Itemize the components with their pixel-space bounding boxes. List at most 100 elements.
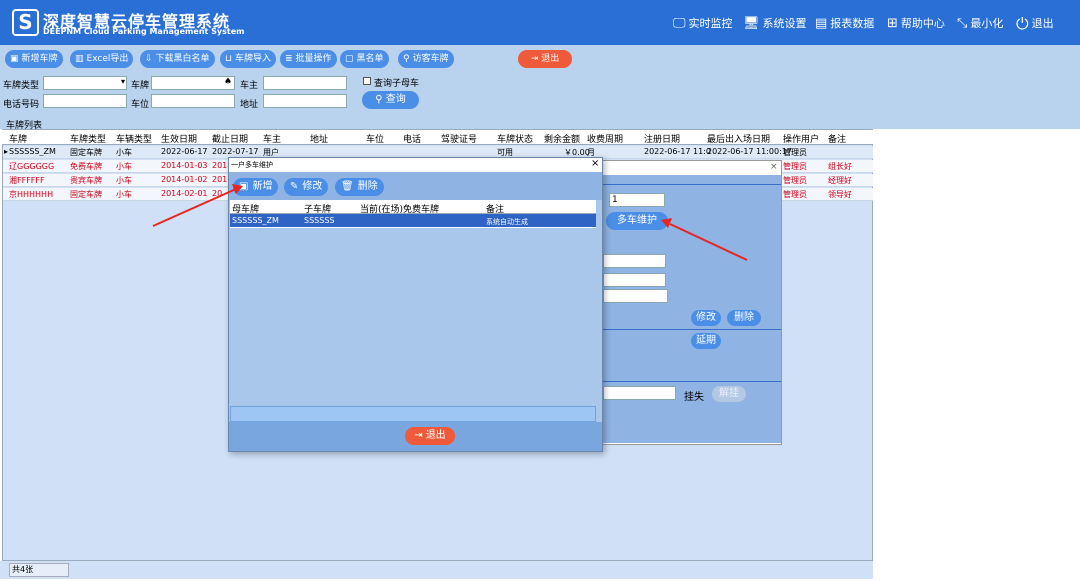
logo-icon: S bbox=[12, 9, 39, 36]
column-header[interactable]: 截止日期 bbox=[212, 132, 248, 145]
column-header[interactable]: 操作用户 bbox=[783, 132, 819, 145]
column-header[interactable]: 驾驶证号 bbox=[441, 132, 477, 145]
column-header[interactable]: 车牌 bbox=[9, 132, 27, 145]
plate-import-button[interactable]: ⊔ 车牌导入 bbox=[220, 50, 277, 68]
table-cell-end: 2022-07-17 bbox=[212, 147, 259, 156]
dialog-modify-button[interactable]: 修改 bbox=[691, 310, 721, 326]
column-header[interactable]: 注册日期 bbox=[644, 132, 680, 145]
batch-operation-button[interactable]: ≣ 批量操作 bbox=[280, 50, 337, 68]
button-label: 下载黑白名单 bbox=[155, 54, 210, 64]
dialog-exit-button[interactable]: ⇥ 退出 bbox=[405, 427, 455, 445]
dialog-delete-button[interactable]: 🗑 删除 bbox=[335, 178, 384, 196]
cell-note: 系统自动生成 bbox=[486, 218, 528, 226]
lost-input[interactable] bbox=[603, 386, 676, 400]
table-cell-start: 2014-01-02 bbox=[161, 175, 208, 184]
column-header[interactable]: 备注 bbox=[828, 132, 846, 145]
dialog-input-3[interactable] bbox=[603, 289, 668, 303]
column-header[interactable]: 车牌状态 bbox=[497, 132, 533, 145]
unlost-button[interactable]: 解挂 bbox=[712, 386, 746, 402]
table-cell-plate-type: 免费车牌 bbox=[70, 162, 102, 171]
owner-input[interactable] bbox=[263, 76, 347, 90]
dialog-input-2[interactable] bbox=[603, 273, 666, 287]
button-label: 删除 bbox=[357, 181, 378, 192]
dialog-delete-button[interactable]: 删除 bbox=[727, 310, 761, 326]
nav-exit[interactable]: ⏻ 退出 bbox=[1016, 15, 1054, 31]
add-icon: ▣ bbox=[10, 54, 19, 64]
nav-realtime-monitor[interactable]: 🖵 实时监控 bbox=[673, 15, 733, 31]
space-input[interactable] bbox=[151, 94, 235, 108]
plate-type-select[interactable]: ▾ bbox=[43, 76, 127, 90]
power-icon: ⏻ bbox=[1016, 13, 1029, 33]
button-label: 新增车牌 bbox=[21, 54, 58, 64]
exit-icon: ⇥ bbox=[530, 54, 539, 64]
table-cell-user: 管理员 bbox=[783, 162, 807, 171]
dialog-modify-button[interactable]: ✎ 修改 bbox=[284, 178, 329, 196]
toolbar-exit-button[interactable]: ⇥ 退出 bbox=[518, 50, 572, 68]
sub-car-checkbox[interactable] bbox=[363, 77, 371, 85]
button-label: 黑名单 bbox=[356, 54, 384, 64]
button-label: 查询 bbox=[385, 94, 406, 105]
column-header[interactable]: 剩余金额 bbox=[544, 132, 580, 145]
phone-label: 电话号码 bbox=[3, 100, 40, 110]
add-icon: ▣ bbox=[239, 181, 249, 192]
sub-car-checkbox-label: 查询子母车 bbox=[374, 79, 420, 89]
table-cell-start: 2014-01-03 bbox=[161, 161, 208, 170]
nav-minimize[interactable]: ⤡ 最小化 bbox=[957, 15, 1003, 31]
blacklist-button[interactable]: ▢ 黑名单 bbox=[340, 50, 389, 68]
table-cell-vehicle-type: 小车 bbox=[116, 148, 132, 157]
nav-system-settings[interactable]: 🖥 系统设置 bbox=[743, 15, 807, 31]
table-cell-plate: 京HHHHHH bbox=[9, 190, 54, 199]
column-header[interactable]: 车辆类型 bbox=[116, 132, 152, 145]
column-header[interactable]: 收费周期 bbox=[587, 132, 623, 145]
table-cell-vehicle-type: 小车 bbox=[116, 162, 132, 171]
plate-edit-dialog-body bbox=[574, 175, 781, 443]
add-plate-button[interactable]: ▣ 新增车牌 bbox=[5, 50, 63, 68]
column-header[interactable]: 电话 bbox=[403, 132, 421, 145]
extend-button[interactable]: 延期 bbox=[691, 333, 721, 349]
column-header[interactable]: 最后出入场日期 bbox=[707, 132, 770, 145]
column-header[interactable]: 车主 bbox=[263, 132, 281, 145]
grid-help-icon: ⊞ bbox=[887, 15, 898, 31]
binoculars-icon[interactable]: ♠ bbox=[224, 77, 232, 87]
nav-report-data[interactable]: ▤ 报表数据 bbox=[815, 15, 874, 31]
chevron-down-icon: ▾ bbox=[120, 77, 125, 86]
query-button[interactable]: ⚲ 查询 bbox=[362, 91, 419, 109]
plate-input[interactable]: ♠ bbox=[151, 76, 235, 90]
column-header[interactable]: 生效日期 bbox=[161, 132, 197, 145]
table-cell-vehicle-type: 小车 bbox=[116, 176, 132, 185]
app-subtitle: DEEPNM Cloud Parking Management System bbox=[43, 27, 245, 36]
column-header[interactable]: 车牌类型 bbox=[70, 132, 106, 145]
phone-input[interactable] bbox=[43, 94, 127, 108]
multi-car-maintain-button[interactable]: 多车维护 bbox=[606, 212, 668, 230]
batch-icon: ≣ bbox=[285, 54, 293, 64]
import-icon: ⊔ bbox=[225, 54, 233, 64]
visitor-plate-button[interactable]: ⚲ 访客车牌 bbox=[398, 50, 454, 68]
settings-screen-icon: 🖥 bbox=[743, 15, 760, 31]
owner-label: 车主 bbox=[240, 81, 259, 91]
row-pointer-icon: ▸ bbox=[4, 147, 9, 156]
nav-help-center[interactable]: ⊞ 帮助中心 bbox=[887, 15, 945, 31]
table-cell-note: 经理好 bbox=[828, 176, 852, 185]
close-icon[interactable]: × bbox=[770, 162, 778, 172]
address-label: 地址 bbox=[240, 100, 259, 110]
multi-car-dialog-titlebar bbox=[229, 158, 602, 172]
nav-label: 帮助中心 bbox=[900, 17, 945, 30]
dialog-add-button[interactable]: ▣ 新增 bbox=[233, 178, 279, 196]
excel-export-button[interactable]: ▥ Excel导出 bbox=[70, 50, 134, 68]
dialog-field-input[interactable]: 1 bbox=[609, 193, 665, 207]
right-blank-area bbox=[873, 129, 1080, 581]
table-cell-vehicle-type: 小车 bbox=[116, 190, 132, 199]
dialog-footer-field bbox=[230, 406, 596, 422]
address-input[interactable] bbox=[263, 94, 347, 108]
nav-label: 最小化 bbox=[970, 17, 1004, 30]
button-label: 批量操作 bbox=[295, 54, 332, 64]
column-header[interactable]: 地址 bbox=[310, 132, 328, 145]
cell-child-plate: SSSSSS bbox=[304, 216, 335, 225]
cell-parent-plate: SSSSSS_ZM bbox=[232, 216, 279, 225]
button-label: 访客车牌 bbox=[412, 54, 449, 64]
column-header[interactable]: 车位 bbox=[366, 132, 384, 145]
table-row[interactable] bbox=[230, 214, 596, 227]
download-list-button[interactable]: ⇩ 下载黑白名单 bbox=[140, 50, 215, 68]
dialog-input-1[interactable] bbox=[603, 254, 666, 268]
close-icon[interactable]: × bbox=[591, 158, 599, 169]
